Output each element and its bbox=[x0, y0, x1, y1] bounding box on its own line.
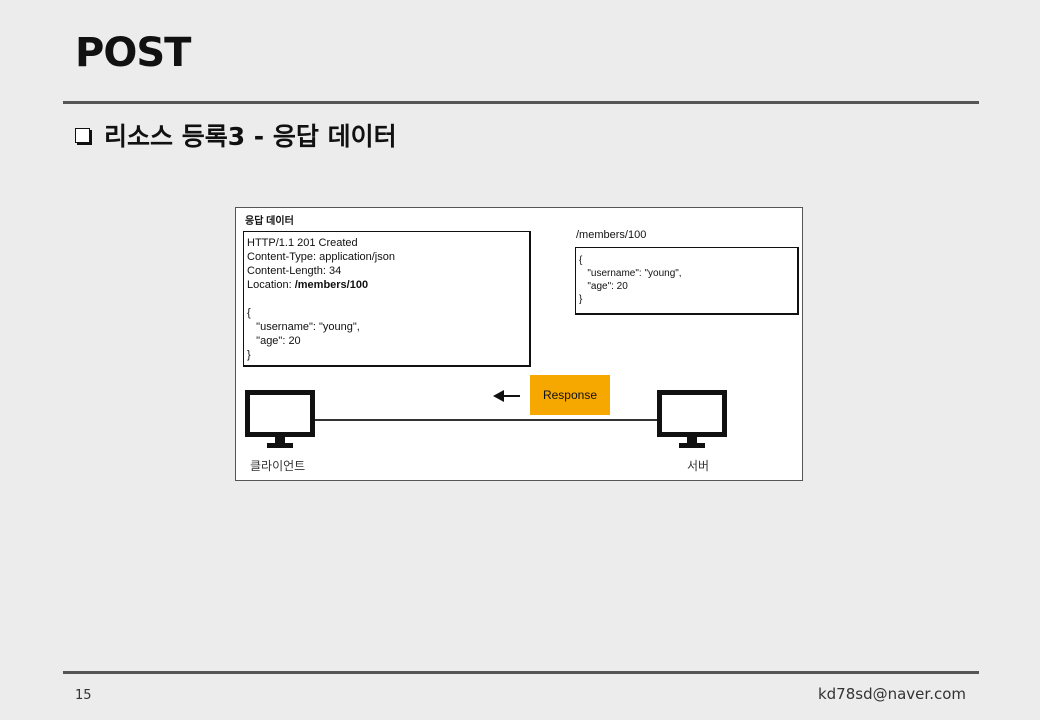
server-computer-icon bbox=[657, 390, 727, 448]
resource-username: "username": "young", bbox=[579, 268, 682, 279]
body-username: "username": "young", bbox=[247, 321, 360, 333]
resource-open-brace: { bbox=[579, 255, 583, 266]
slide-title: POST bbox=[75, 30, 191, 76]
author-email: kd78sd@naver.com bbox=[817, 685, 966, 703]
resource-path: /members/100 bbox=[576, 229, 647, 241]
body-close-brace: } bbox=[247, 349, 251, 361]
checkbox-bullet-icon bbox=[75, 127, 90, 143]
resource-data: { "username": "young", "age": 20 } bbox=[575, 247, 799, 315]
response-label: Response bbox=[530, 375, 610, 415]
body-age: "age": 20 bbox=[247, 335, 301, 347]
footer-divider bbox=[63, 671, 979, 674]
client-computer-icon bbox=[245, 390, 315, 448]
body-open-brace: { bbox=[247, 307, 251, 319]
arrow-left-icon bbox=[493, 390, 520, 402]
content-length-header: Content-Length: 34 bbox=[247, 265, 342, 277]
subtitle: 리소스 등록3 - 응답 데이터 bbox=[75, 117, 397, 153]
resource-close-brace: } bbox=[579, 294, 583, 305]
client-label: 클라이언트 bbox=[250, 459, 306, 473]
location-value: /members/100 bbox=[294, 279, 369, 291]
subtitle-text: 리소스 등록3 - 응답 데이터 bbox=[104, 122, 397, 151]
location-header: Location: /members/100 bbox=[247, 278, 526, 292]
http-response-message: HTTP/1.1 201 Created Content-Type: appli… bbox=[243, 231, 531, 367]
server-label: 서버 bbox=[687, 459, 710, 473]
location-key: Location: bbox=[247, 279, 295, 291]
response-diagram: 응답 데이터 HTTP/1.1 201 Created Content-Type… bbox=[235, 207, 803, 481]
title-divider bbox=[63, 101, 979, 104]
connection-line bbox=[314, 419, 658, 421]
resource-age: "age": 20 bbox=[579, 281, 628, 292]
status-line: HTTP/1.1 201 Created bbox=[247, 237, 358, 249]
page-number: 15 bbox=[75, 688, 92, 703]
content-type-header: Content-Type: application/json bbox=[247, 251, 395, 263]
diagram-caption: 응답 데이터 bbox=[245, 216, 294, 227]
